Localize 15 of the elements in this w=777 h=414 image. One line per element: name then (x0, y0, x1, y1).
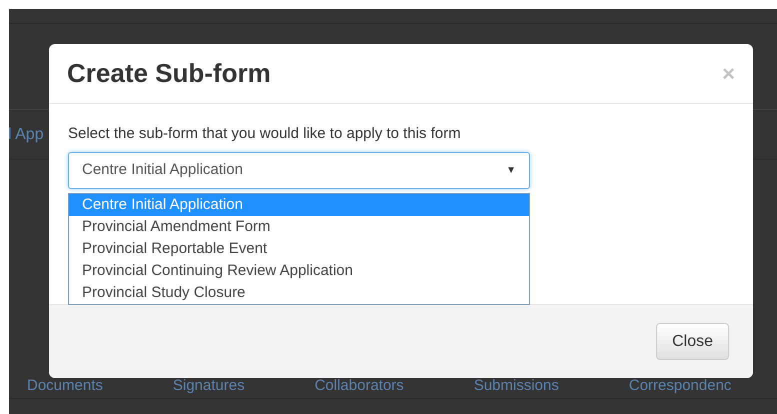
prompt-text: Select the sub-form that you would like to apply to this form (68, 126, 462, 141)
tab-label: Correspondenc (628, 376, 732, 396)
tab-label: Signatures (172, 376, 245, 396)
tab-label: Documents (27, 376, 103, 396)
modal-title: Create Sub-form (67, 57, 271, 90)
dropdown-option[interactable]: Provincial Continuing Review Application (69, 260, 529, 282)
sub-form-select[interactable]: Centre Initial Application ▼ (68, 152, 530, 189)
dropdown-option[interactable]: Provincial Reportable Event (69, 238, 529, 260)
tab-label: Collaborators (314, 376, 404, 396)
dropdown-option[interactable]: Provincial Study Closure (69, 282, 529, 304)
caret-icon: ▼ (506, 163, 516, 178)
dropdown-option[interactable]: Provincial Amendment Form (69, 216, 529, 238)
tab-label: l App (8, 124, 44, 144)
close-button[interactable]: Close (656, 323, 729, 360)
tab-label: Submissions (474, 376, 559, 396)
